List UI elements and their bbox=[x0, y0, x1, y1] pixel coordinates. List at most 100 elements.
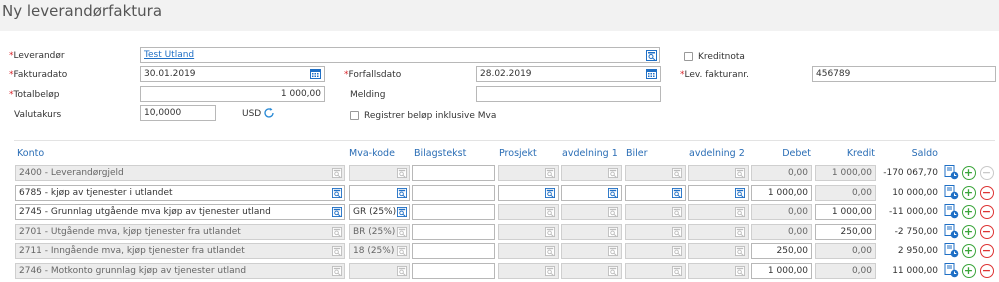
lookup-icon bbox=[735, 168, 745, 178]
bilagstekst-field[interactable] bbox=[412, 185, 495, 201]
lookup-icon bbox=[735, 207, 745, 217]
lookup-icon bbox=[608, 266, 618, 276]
remove-row-button[interactable]: − bbox=[980, 186, 994, 200]
lookup-icon[interactable] bbox=[608, 188, 618, 198]
title-bar: Ny leverandørfaktura bbox=[0, 0, 999, 31]
lookup-icon bbox=[608, 246, 618, 256]
konto-field[interactable]: 2746 - Motkonto grunnlag kjøp av tjenest… bbox=[15, 263, 345, 279]
konto-field[interactable]: 2701 - Utgående mva, kjøp tjenester fra … bbox=[15, 224, 345, 240]
lookup-icon bbox=[672, 207, 682, 217]
lookup-icon[interactable] bbox=[397, 207, 407, 217]
add-row-button[interactable]: + bbox=[962, 264, 976, 278]
remove-row-button: − bbox=[980, 166, 994, 180]
calendar-icon[interactable] bbox=[646, 68, 657, 79]
bilagstekst-field[interactable] bbox=[412, 204, 495, 220]
header-kredit: Kredit bbox=[846, 148, 875, 159]
debet-field[interactable]: 1 000,00 bbox=[751, 263, 812, 279]
forfallsdato-field[interactable]: 28.02.2019 bbox=[476, 66, 661, 82]
calendar-icon[interactable] bbox=[310, 68, 321, 79]
leverandor-field[interactable]: Test Utland bbox=[140, 47, 660, 63]
header-konto: Konto bbox=[17, 148, 45, 159]
kredit-field[interactable]: 0,00 bbox=[815, 263, 876, 279]
melding-field[interactable] bbox=[476, 86, 661, 102]
add-row-button[interactable]: + bbox=[962, 225, 976, 239]
konto-field[interactable]: 2745 - Grunnlag utgående mva kjøp av tje… bbox=[15, 204, 345, 220]
document-icon[interactable] bbox=[944, 224, 959, 239]
debet-field[interactable]: 1 000,00 bbox=[751, 185, 812, 201]
lookup-icon[interactable] bbox=[332, 207, 342, 217]
lookup-icon bbox=[332, 246, 342, 256]
document-icon[interactable] bbox=[944, 185, 959, 200]
kreditnota-checkbox[interactable] bbox=[684, 52, 693, 61]
header-saldo: Saldo bbox=[911, 148, 938, 159]
lookup-icon bbox=[672, 246, 682, 256]
registrer-inkl-mva-checkbox[interactable] bbox=[350, 111, 359, 120]
totalbelop-field[interactable]: 1 000,00 bbox=[140, 86, 325, 102]
bilagstekst-field[interactable] bbox=[412, 165, 495, 181]
debet-field[interactable]: 0,00 bbox=[751, 204, 812, 220]
lookup-icon bbox=[332, 227, 342, 237]
saldo-value: 11 000,00 bbox=[892, 266, 938, 276]
konto-field[interactable]: 2400 - Leverandørgjeld bbox=[15, 165, 345, 181]
lookup-icon[interactable] bbox=[397, 188, 407, 198]
kredit-field[interactable]: 250,00 bbox=[815, 224, 876, 240]
refresh-icon[interactable] bbox=[263, 107, 275, 119]
debet-field[interactable]: 250,00 bbox=[751, 243, 812, 259]
remove-row-button[interactable]: − bbox=[980, 225, 994, 239]
debet-field[interactable]: 0,00 bbox=[751, 224, 812, 240]
lookup-icon bbox=[545, 227, 555, 237]
document-icon[interactable] bbox=[944, 204, 959, 219]
kredit-field[interactable]: 0,00 bbox=[815, 243, 876, 259]
lookup-icon bbox=[545, 266, 555, 276]
lookup-icon bbox=[608, 207, 618, 217]
lookup-icon[interactable] bbox=[646, 50, 657, 61]
leverandor-link[interactable]: Test Utland bbox=[144, 50, 194, 60]
lookup-icon[interactable] bbox=[735, 188, 745, 198]
header-avdelning-1: avdelning 1 bbox=[562, 148, 618, 159]
debet-field[interactable]: 0,00 bbox=[751, 165, 812, 181]
document-icon[interactable] bbox=[944, 263, 959, 278]
remove-row-button[interactable]: − bbox=[980, 264, 994, 278]
remove-row-button[interactable]: − bbox=[980, 244, 994, 258]
saldo-value: -2 750,00 bbox=[894, 227, 938, 237]
kreditnota-label: Kreditnota bbox=[698, 52, 745, 62]
add-row-button[interactable]: + bbox=[962, 205, 976, 219]
kredit-field[interactable]: 1 000,00 bbox=[815, 165, 876, 181]
document-icon[interactable] bbox=[944, 243, 959, 258]
lookup-icon[interactable] bbox=[672, 188, 682, 198]
saldo-value: -170 067,70 bbox=[883, 168, 938, 178]
konto-field[interactable]: 6785 - kjøp av tjenester i utlandet bbox=[15, 185, 345, 201]
melding-label: Melding bbox=[350, 90, 386, 100]
lookup-icon bbox=[332, 266, 342, 276]
lookup-icon bbox=[545, 246, 555, 256]
document-icon[interactable] bbox=[944, 165, 959, 180]
kredit-field[interactable]: 1 000,00 bbox=[815, 204, 876, 220]
lookup-icon bbox=[735, 266, 745, 276]
header-prosjekt: Prosjekt bbox=[499, 148, 537, 159]
valutakurs-field[interactable]: 10,0000 bbox=[140, 105, 216, 121]
bilagstekst-field[interactable] bbox=[412, 263, 495, 279]
lev-fakturanr-label: *Lev. fakturanr. bbox=[680, 70, 750, 80]
fakturadato-field[interactable]: 30.01.2019 bbox=[140, 66, 325, 82]
lookup-icon bbox=[545, 207, 555, 217]
header-biler: Biler bbox=[626, 148, 648, 159]
add-row-button[interactable]: + bbox=[962, 244, 976, 258]
saldo-value: 10 000,00 bbox=[892, 188, 938, 198]
lookup-icon[interactable] bbox=[332, 188, 342, 198]
konto-field[interactable]: 2711 - Inngående mva, kjøp tjenester fra… bbox=[15, 243, 345, 259]
bilagstekst-field[interactable] bbox=[412, 224, 495, 240]
lookup-icon[interactable] bbox=[545, 188, 555, 198]
lookup-icon bbox=[397, 246, 407, 256]
lookup-icon bbox=[332, 168, 342, 178]
add-row-button[interactable]: + bbox=[962, 186, 976, 200]
divider bbox=[14, 140, 995, 141]
remove-row-button[interactable]: − bbox=[980, 205, 994, 219]
bilagstekst-field[interactable] bbox=[412, 243, 495, 259]
lev-fakturanr-field[interactable]: 456789 bbox=[812, 66, 996, 82]
lookup-icon bbox=[545, 168, 555, 178]
kredit-field[interactable]: 0,00 bbox=[815, 185, 876, 201]
add-row-button[interactable]: + bbox=[962, 166, 976, 180]
lookup-icon bbox=[608, 168, 618, 178]
forfallsdato-label: *Forfallsdato bbox=[344, 70, 402, 80]
currency-label: USD bbox=[242, 109, 262, 119]
